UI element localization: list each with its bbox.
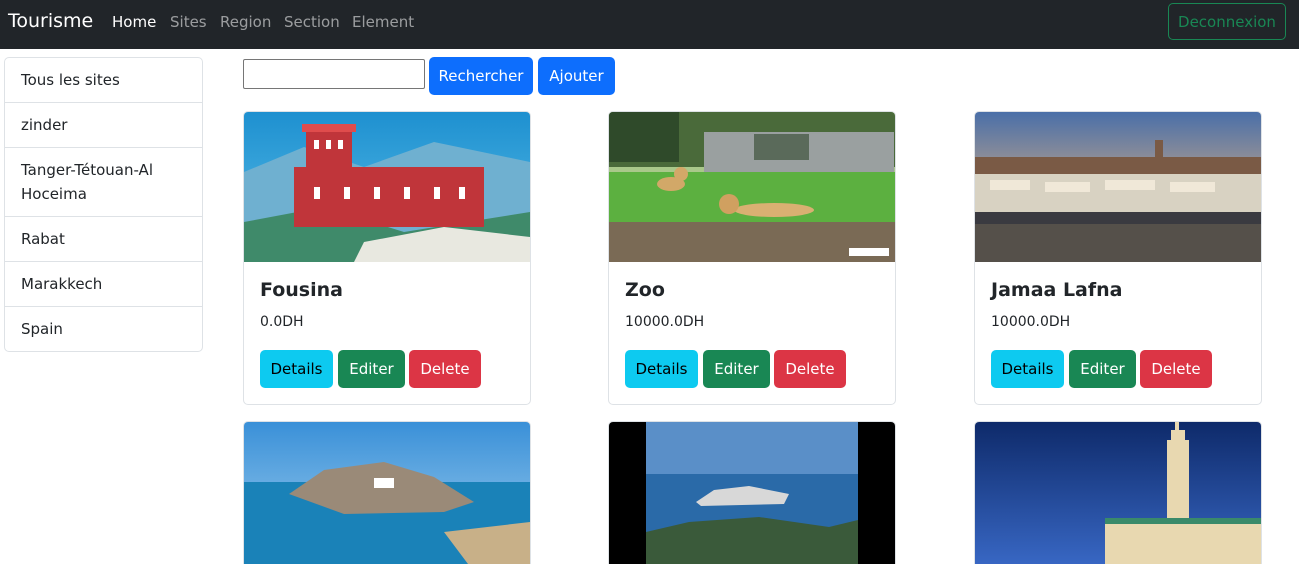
search-input[interactable] bbox=[243, 59, 425, 89]
site-image-zoo bbox=[609, 112, 895, 262]
site-price: 0.0DH bbox=[260, 314, 304, 330]
sidebar-item-zinder[interactable]: zinder bbox=[5, 103, 202, 148]
nav-link-region[interactable]: Region bbox=[220, 13, 271, 31]
site-title: Fousina bbox=[260, 279, 343, 301]
nav-link-home[interactable]: Home bbox=[112, 13, 156, 31]
site-image-island bbox=[609, 422, 895, 564]
nav-link-sites[interactable]: Sites bbox=[170, 13, 207, 31]
site-card: Jamaa Lafna 10000.0DH Details Editer Del… bbox=[974, 111, 1262, 405]
site-title: Zoo bbox=[625, 279, 665, 301]
site-card bbox=[608, 421, 896, 564]
brand-logo[interactable]: Tourisme bbox=[8, 10, 93, 32]
edit-button[interactable]: Editer bbox=[338, 350, 405, 388]
sidebar-item-marakkech[interactable]: Marakkech bbox=[5, 262, 202, 307]
sidebar-item-rabat[interactable]: Rabat bbox=[5, 217, 202, 262]
nav-link-section[interactable]: Section bbox=[284, 13, 340, 31]
site-image-mosque bbox=[975, 422, 1261, 564]
site-image-coast bbox=[244, 422, 530, 564]
details-button[interactable]: Details bbox=[260, 350, 333, 388]
edit-button[interactable]: Editer bbox=[703, 350, 770, 388]
sidebar: Tous les sites zinder Tanger-Tétouan-Al … bbox=[4, 57, 203, 352]
site-card bbox=[974, 421, 1262, 564]
add-button[interactable]: Ajouter bbox=[538, 57, 615, 95]
site-card: Fousina 0.0DH Details Editer Delete bbox=[243, 111, 531, 405]
delete-button[interactable]: Delete bbox=[409, 350, 481, 388]
site-price: 10000.0DH bbox=[625, 314, 705, 330]
site-card: Zoo 10000.0DH Details Editer Delete bbox=[608, 111, 896, 405]
site-card bbox=[243, 421, 531, 564]
sidebar-item-tanger[interactable]: Tanger-Tétouan-Al Hoceima bbox=[5, 148, 202, 217]
navbar: Tourisme Home Sites Region Section Eleme… bbox=[0, 0, 1299, 49]
delete-button[interactable]: Delete bbox=[1140, 350, 1212, 388]
sidebar-item-all-sites[interactable]: Tous les sites bbox=[5, 58, 202, 103]
nav-link-element[interactable]: Element bbox=[352, 13, 414, 31]
site-image-fousina bbox=[244, 112, 530, 262]
delete-button[interactable]: Delete bbox=[774, 350, 846, 388]
sidebar-item-spain[interactable]: Spain bbox=[5, 307, 202, 351]
edit-button[interactable]: Editer bbox=[1069, 350, 1136, 388]
site-image-jamaa-lafna bbox=[975, 112, 1261, 262]
search-button[interactable]: Rechercher bbox=[429, 57, 533, 95]
logout-button[interactable]: Deconnexion bbox=[1168, 3, 1286, 40]
site-title: Jamaa Lafna bbox=[991, 279, 1123, 301]
site-price: 10000.0DH bbox=[991, 314, 1071, 330]
details-button[interactable]: Details bbox=[625, 350, 698, 388]
details-button[interactable]: Details bbox=[991, 350, 1064, 388]
